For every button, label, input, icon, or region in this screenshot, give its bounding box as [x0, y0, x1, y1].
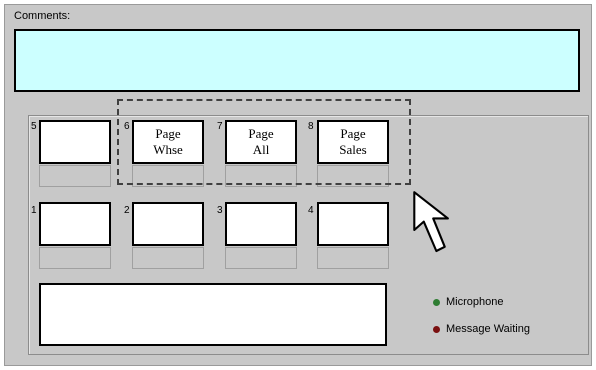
key-number-5: 5	[31, 121, 37, 132]
key-number-3: 3	[217, 205, 223, 216]
microphone-label: Microphone	[446, 296, 504, 308]
message-waiting-label: Message Waiting	[446, 323, 530, 335]
key-6-label-slot	[132, 165, 204, 187]
key-number-1: 1	[31, 205, 37, 216]
key-2-label-slot	[132, 247, 204, 269]
key-8-line1: Page	[340, 126, 366, 141]
display-field[interactable]	[39, 283, 387, 346]
key-7-label-slot	[225, 165, 297, 187]
key-4-label-slot	[317, 247, 389, 269]
comments-field[interactable]	[14, 29, 580, 92]
key-1-button[interactable]	[39, 202, 111, 246]
key-number-6: 6	[124, 121, 130, 132]
key-3-label-slot	[225, 247, 297, 269]
key-6-line2: Whse	[153, 142, 183, 157]
key-7-line1: Page	[248, 126, 274, 141]
key-6-line1: Page	[155, 126, 181, 141]
key-1-label-slot	[39, 247, 111, 269]
key-6-button[interactable]: Page Whse	[132, 120, 204, 164]
key-2-button[interactable]	[132, 202, 204, 246]
key-number-8: 8	[308, 121, 314, 132]
key-8-line2: Sales	[339, 142, 367, 157]
key-5-label-slot	[39, 165, 111, 187]
key-number-2: 2	[124, 205, 130, 216]
arrow-cursor-icon	[413, 191, 449, 253]
key-8-label-slot	[317, 165, 389, 187]
key-3-button[interactable]	[225, 202, 297, 246]
key-7-line2: All	[252, 142, 270, 157]
key-number-7: 7	[217, 121, 223, 132]
key-5-button[interactable]	[39, 120, 111, 164]
key-7-button[interactable]: Page All	[225, 120, 297, 164]
message-waiting-led-icon	[433, 326, 440, 333]
key-8-button[interactable]: Page Sales	[317, 120, 389, 164]
microphone-led-icon	[433, 299, 440, 306]
key-number-4: 4	[308, 205, 314, 216]
comments-label: Comments:	[14, 10, 71, 22]
key-4-button[interactable]	[317, 202, 389, 246]
